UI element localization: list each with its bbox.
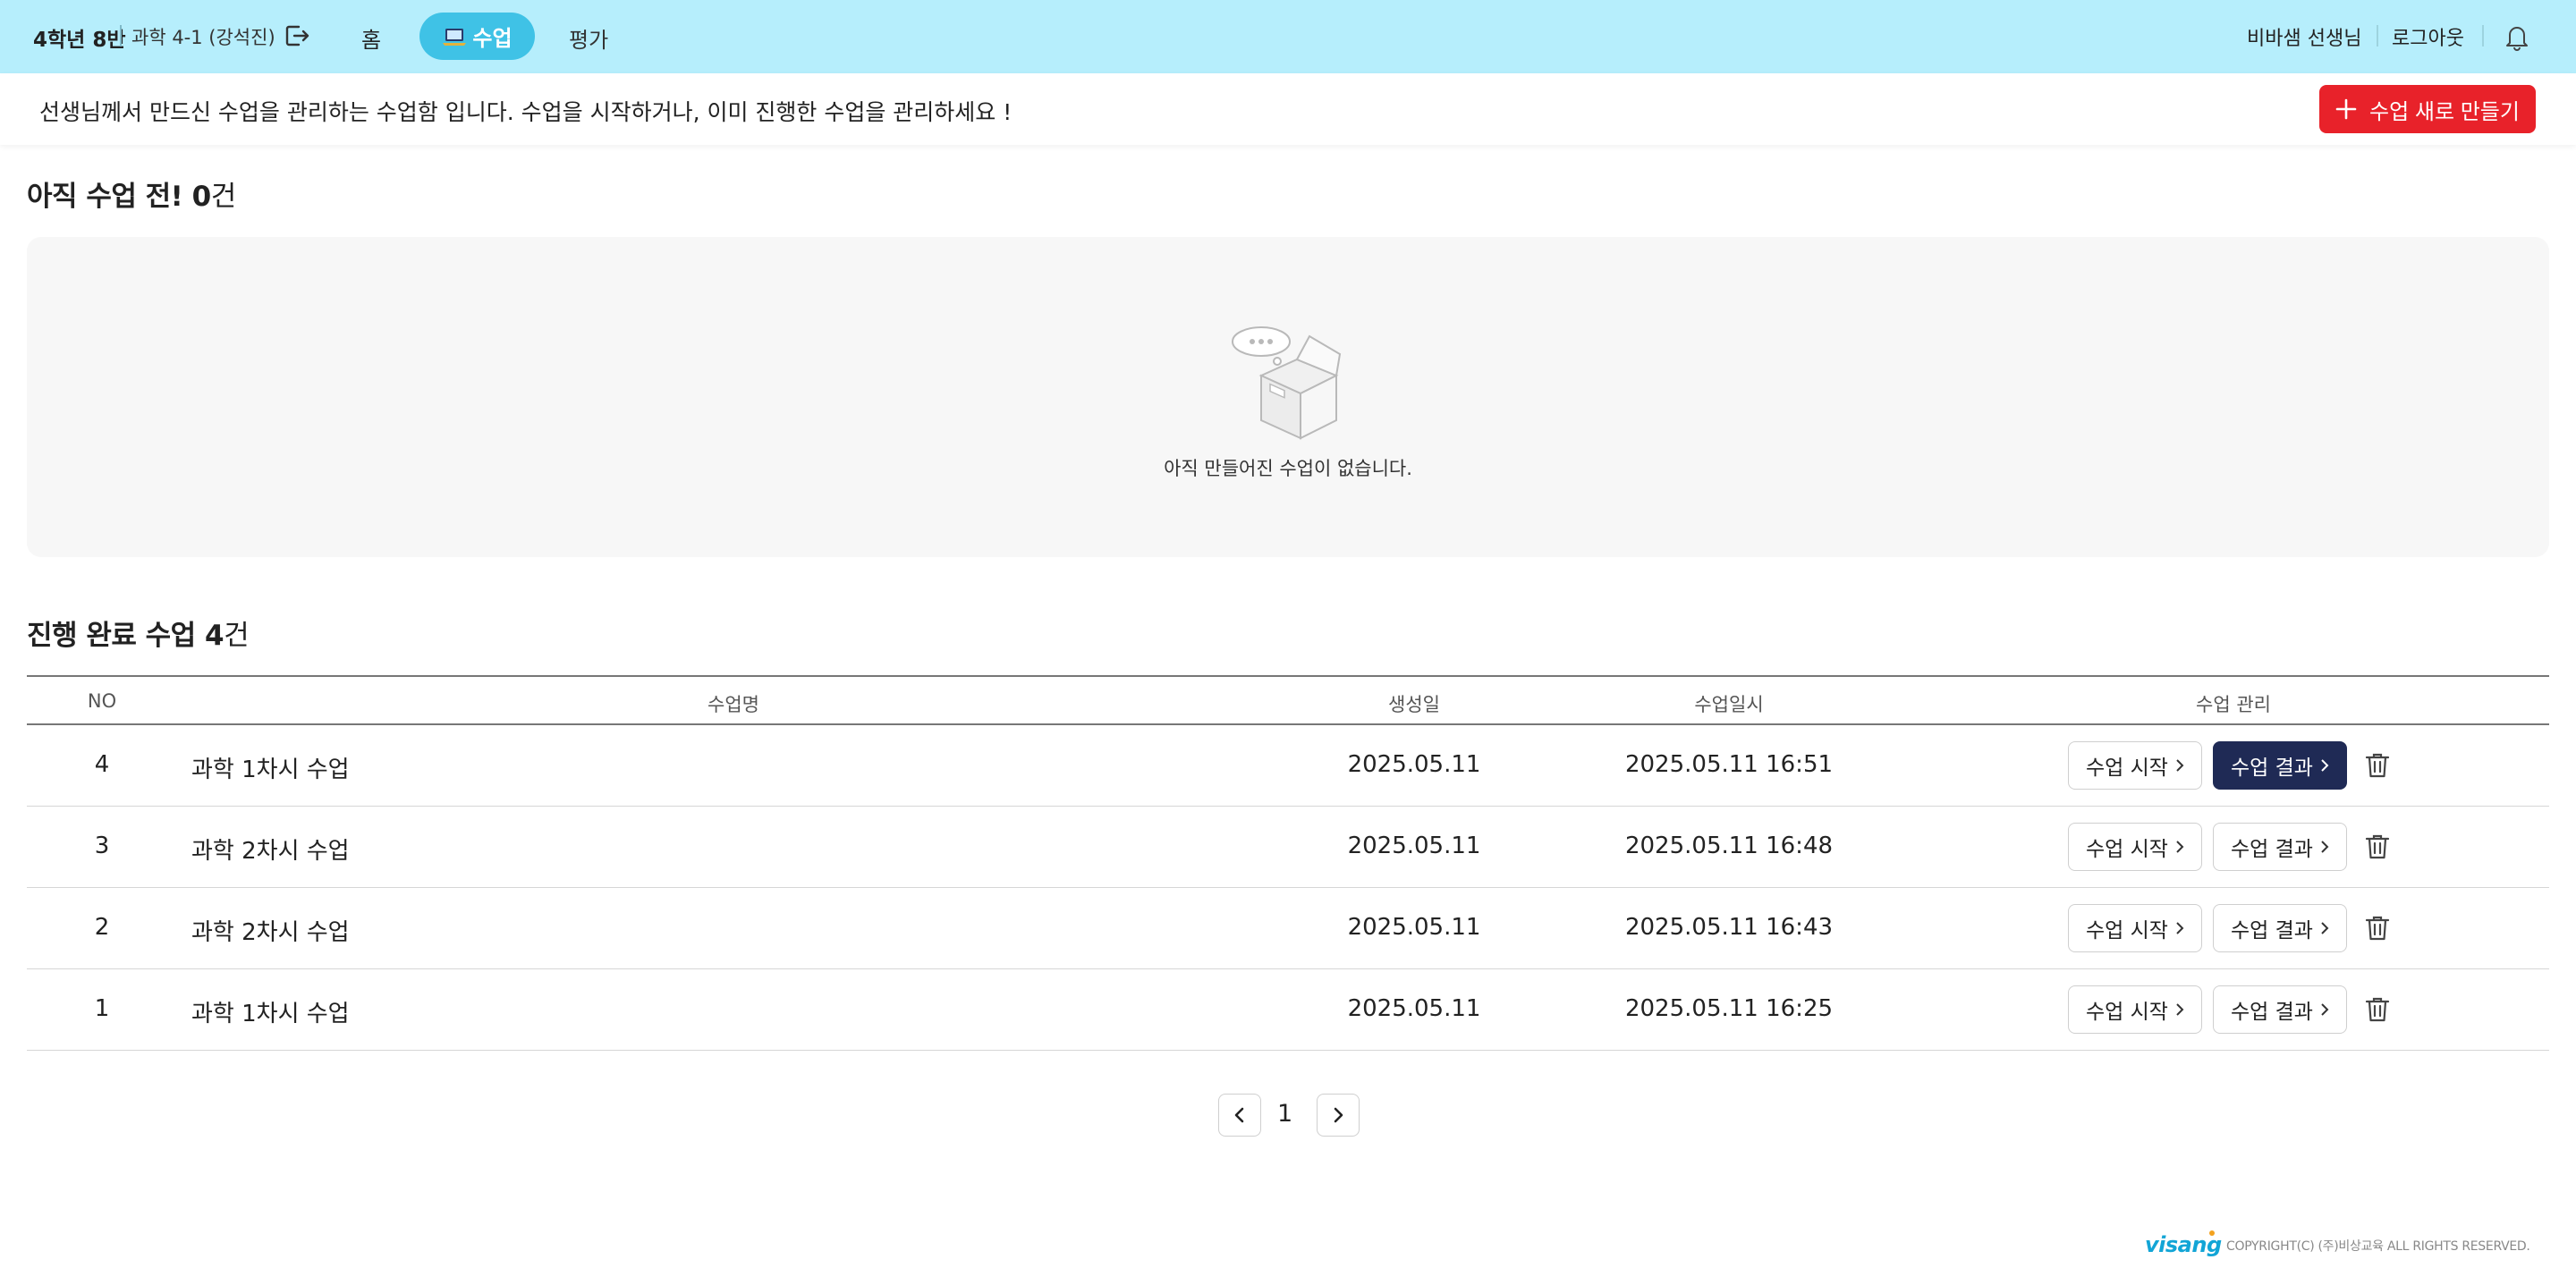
lesson-result-button[interactable]: 수업 결과 [2213,823,2347,871]
chevron-left-icon [1234,1107,1244,1123]
divider [2377,25,2378,46]
start-lesson-label: 수업 시작 [2086,919,2168,943]
pending-title-text: 아직 수업 전! [27,181,183,213]
chevron-right-icon [2321,922,2329,934]
row-no: 1 [94,995,110,1022]
lesson-result-label: 수업 결과 [2231,838,2313,861]
nav-lesson-label: 수업 [472,26,513,51]
row-created-date: 2025.05.11 [1347,751,1481,778]
start-lesson-button[interactable]: 수업 시작 [2068,741,2202,790]
row-created-date: 2025.05.11 [1347,914,1481,941]
row-lesson-datetime: 2025.05.11 16:25 [1624,995,1834,1022]
chevron-right-icon [2176,922,2184,934]
column-header-created: 생성일 [1388,694,1440,715]
chevron-right-icon [2176,759,2184,772]
row-created-date: 2025.05.11 [1347,833,1481,859]
divider [2482,25,2484,46]
class-name: 4학년 8반 [33,29,126,52]
nav-home[interactable]: 홈 [361,22,381,54]
chevron-right-icon [2176,841,2184,853]
chevron-right-icon [2321,1003,2329,1016]
laptop-icon [443,28,467,46]
completed-section-title: 진행 완료 수업 4건 [27,613,250,653]
column-header-datetime: 수업일시 [1694,694,1764,715]
lesson-result-label: 수업 결과 [2231,1001,2313,1024]
pending-count: 0 [191,181,212,213]
completed-lessons-table: NO 수업명 생성일 수업일시 수업 관리 4 과학 1차시 수업 2025.0… [27,675,2549,1051]
page-number-current[interactable]: 1 [1277,1100,1292,1128]
trash-icon[interactable] [2365,752,2390,779]
row-lesson-datetime: 2025.05.11 16:43 [1624,914,1834,941]
pending-count-unit: 건 [210,181,237,213]
lesson-result-button[interactable]: 수업 결과 [2213,741,2347,790]
chevron-right-icon [2321,841,2329,853]
table-header: NO 수업명 생성일 수업일시 수업 관리 [27,675,2549,725]
chevron-right-icon [2176,1003,2184,1016]
chevron-right-icon [2321,759,2329,772]
row-lesson-datetime: 2025.05.11 16:48 [1624,833,1834,859]
row-lesson-datetime: 2025.05.11 16:51 [1624,751,1834,778]
logout-link[interactable]: 로그아웃 [2392,22,2464,51]
table-row: 1 과학 1차시 수업 2025.05.11 2025.05.11 16:25 … [27,969,2549,1051]
table-row: 2 과학 2차시 수업 2025.05.11 2025.05.11 16:43 … [27,888,2549,969]
bell-icon[interactable] [2503,21,2531,52]
chevron-right-icon [1334,1107,1343,1123]
prev-page-button[interactable] [1218,1094,1261,1137]
completed-title-text: 진행 완료 수업 [27,620,196,652]
teacher-name: 비바샘 선생님 [2247,28,2362,50]
next-page-button[interactable] [1317,1094,1360,1137]
lesson-result-button[interactable]: 수업 결과 [2213,985,2347,1034]
create-lesson-label: 수업 새로 만들기 [2369,99,2520,124]
trash-icon[interactable] [2365,915,2390,942]
completed-count-unit: 건 [224,620,250,652]
nav-evaluation[interactable]: 평가 [569,22,608,54]
visang-logo: visang [2145,1232,2222,1257]
row-lesson-name: 과학 1차시 수업 [191,1001,350,1027]
nav-lesson-active[interactable]: 수업 [419,13,535,60]
start-lesson-label: 수업 시작 [2086,1001,2168,1024]
column-header-no: NO [87,690,117,712]
lesson-result-button[interactable]: 수업 결과 [2213,904,2347,952]
trash-icon[interactable] [2365,833,2390,860]
divider [120,25,122,46]
start-lesson-button[interactable]: 수업 시작 [2068,904,2202,952]
lesson-result-label: 수업 결과 [2231,757,2313,780]
column-header-name: 수업명 [708,694,759,715]
subject-label: 과학 4-1 (강석진) [131,27,275,48]
row-no: 3 [94,833,110,859]
top-nav-bar: 4학년 8반 과학 4-1 (강석진) 홈 수업 평가 비바샘 선생님 로그아웃 [0,0,2576,73]
start-lesson-label: 수업 시작 [2086,838,2168,861]
column-header-manage: 수업 관리 [2196,694,2271,715]
start-lesson-label: 수업 시작 [2086,757,2168,780]
empty-box-icon [1232,326,1342,440]
row-lesson-name: 과학 2차시 수업 [191,838,350,865]
row-lesson-name: 과학 1차시 수업 [191,757,350,783]
row-lesson-name: 과학 2차시 수업 [191,919,350,946]
lesson-result-label: 수업 결과 [2231,919,2313,943]
info-bar: 선생님께서 만드신 수업을 관리하는 수업함 입니다. 수업을 시작하거나, 이… [0,73,2576,145]
empty-state-message: 아직 만들어진 수업이 없습니다. [1164,458,1412,479]
completed-count: 4 [205,620,225,652]
info-text: 선생님께서 만드신 수업을 관리하는 수업함 입니다. 수업을 시작하거나, 이… [39,99,1013,125]
pending-section-title: 아직 수업 전! 0건 [27,173,236,214]
table-row: 3 과학 2차시 수업 2025.05.11 2025.05.11 16:48 … [27,807,2549,888]
logo-dot [2209,1230,2215,1236]
plus-icon [2335,98,2357,120]
row-created-date: 2025.05.11 [1347,995,1481,1022]
row-no: 4 [94,751,110,778]
start-lesson-button[interactable]: 수업 시작 [2068,823,2202,871]
copyright-text: COPYRIGHT(C) (주)비상교육 ALL RIGHTS RESERVED… [2226,1239,2530,1254]
start-lesson-button[interactable]: 수업 시작 [2068,985,2202,1034]
trash-icon[interactable] [2365,996,2390,1023]
table-row: 4 과학 1차시 수업 2025.05.11 2025.05.11 16:51 … [27,725,2549,807]
row-no: 2 [94,914,110,941]
exit-icon[interactable] [283,21,311,50]
create-lesson-button[interactable]: 수업 새로 만들기 [2319,85,2536,133]
